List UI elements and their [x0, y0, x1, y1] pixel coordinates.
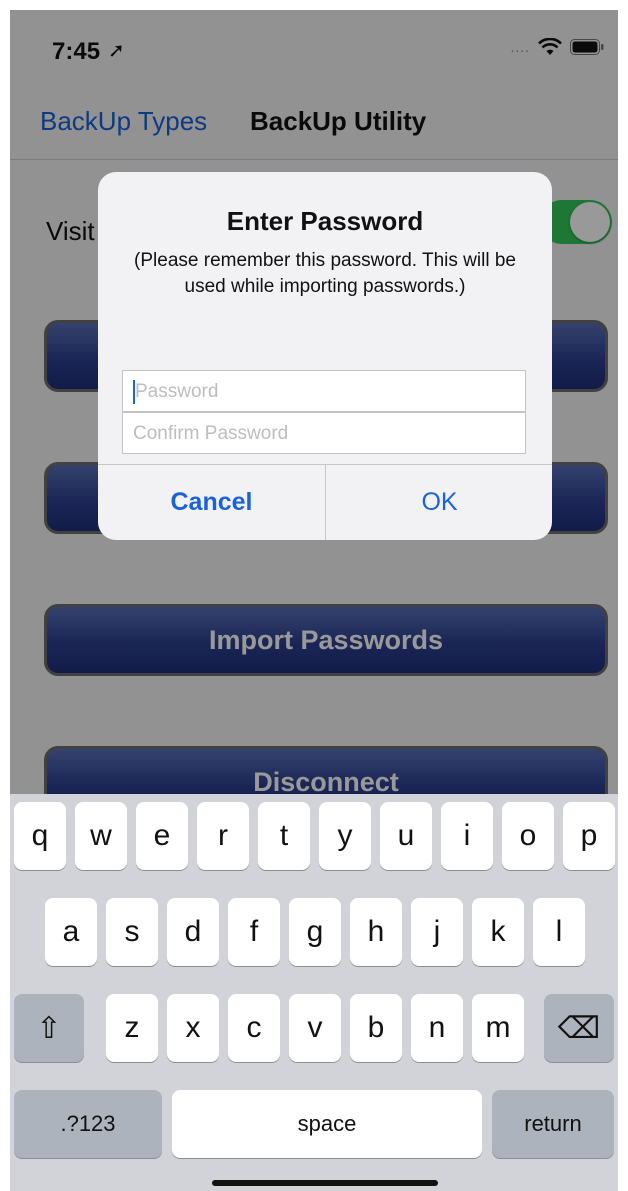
alert-message: (Please remember this password. This wil…: [134, 250, 516, 297]
key-m[interactable]: m: [472, 994, 524, 1062]
key-d[interactable]: d: [167, 898, 219, 966]
cancel-button[interactable]: Cancel: [98, 465, 325, 540]
key-j[interactable]: j: [411, 898, 463, 966]
key-p[interactable]: p: [563, 802, 615, 870]
phone-screen: 7:45 ➚ .... BackUp Types BackUp Utility …: [10, 10, 618, 1191]
key-e[interactable]: e: [136, 802, 188, 870]
key-u[interactable]: u: [380, 802, 432, 870]
ok-button[interactable]: OK: [326, 465, 552, 540]
key-k[interactable]: k: [472, 898, 524, 966]
password-placeholder: Password: [135, 381, 219, 402]
key-a[interactable]: a: [45, 898, 97, 966]
key-r[interactable]: r: [197, 802, 249, 870]
space-key[interactable]: space: [172, 1090, 482, 1158]
key-v[interactable]: v: [289, 994, 341, 1062]
key-i[interactable]: i: [441, 802, 493, 870]
key-f[interactable]: f: [228, 898, 280, 966]
alert-title: Enter Password: [226, 206, 424, 236]
text-caret: [133, 380, 135, 404]
keyboard: q w e r t y u i o p a s d f g h j k l ⇧ …: [10, 794, 618, 1191]
numbers-key[interactable]: .?123: [14, 1090, 162, 1158]
key-h[interactable]: h: [350, 898, 402, 966]
password-field[interactable]: Password: [122, 370, 526, 412]
key-c[interactable]: c: [228, 994, 280, 1062]
key-x[interactable]: x: [167, 994, 219, 1062]
key-w[interactable]: w: [75, 802, 127, 870]
home-indicator: [212, 1180, 438, 1186]
key-o[interactable]: o: [502, 802, 554, 870]
delete-icon[interactable]: ⌫: [544, 994, 614, 1062]
key-q[interactable]: q: [14, 802, 66, 870]
shift-icon[interactable]: ⇧: [14, 994, 84, 1062]
confirm-password-field[interactable]: Confirm Password: [122, 412, 526, 454]
key-b[interactable]: b: [350, 994, 402, 1062]
return-key[interactable]: return: [492, 1090, 614, 1158]
key-t[interactable]: t: [258, 802, 310, 870]
key-l[interactable]: l: [533, 898, 585, 966]
confirm-password-placeholder: Confirm Password: [133, 423, 289, 444]
key-n[interactable]: n: [411, 994, 463, 1062]
key-z[interactable]: z: [106, 994, 158, 1062]
key-g[interactable]: g: [289, 898, 341, 966]
password-alert-dialog: Enter Password (Please remember this pas…: [98, 172, 552, 540]
key-s[interactable]: s: [106, 898, 158, 966]
key-y[interactable]: y: [319, 802, 371, 870]
